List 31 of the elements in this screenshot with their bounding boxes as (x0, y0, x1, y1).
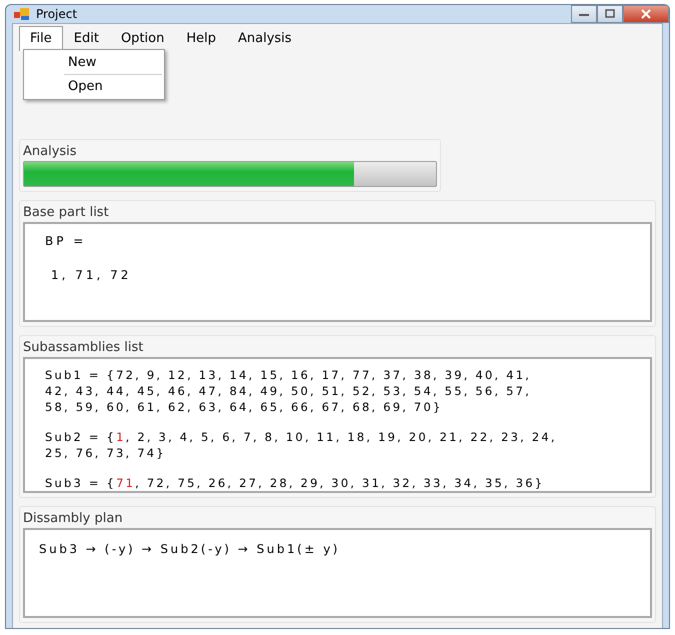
minimize-icon (578, 11, 590, 17)
text-line: Sub1 = {72, 9, 12, 13, 14, 15, 16, 17, 77, 37, 38, 39, 40, 41, (45, 367, 532, 383)
menu-item[interactable]: Analysis (226, 26, 303, 51)
window-title: Project (36, 7, 78, 21)
maximize-icon (604, 9, 616, 19)
text-line: Sub3 = {71, 72, 75, 26, 27, 28, 29, 30, 31, 32, 33, 34, 35, 36} (45, 475, 544, 491)
group-title: Subassamblies list (23, 340, 144, 355)
menu-item[interactable]: Option (110, 26, 176, 51)
close-icon (640, 9, 652, 19)
group-title: Dissambly plan (23, 511, 123, 526)
app-icon (14, 7, 30, 21)
maximize-button[interactable] (597, 5, 623, 23)
subassemblies-textbox[interactable] (23, 357, 652, 493)
text-line: 1, 71, 72 (50, 268, 132, 282)
minimize-button[interactable] (571, 5, 597, 23)
menu-option[interactable]: Open (24, 76, 164, 97)
close-button[interactable] (623, 5, 669, 23)
menu-item[interactable]: File (19, 26, 63, 51)
text-line: 58, 59, 60, 61, 62, 63, 64, 65, 66, 67, 68, 69, 70} (45, 399, 442, 415)
group-title: Base part list (23, 205, 109, 220)
text-line: Sub3 → (-y) → Sub2(-y) → Sub1(± y) (39, 542, 340, 556)
menu-item[interactable]: Edit (62, 26, 110, 51)
text-line: 42, 43, 44, 45, 46, 47, 84, 49, 50, 51, 52, 53, 54, 55, 56, 57, (45, 383, 532, 399)
plan-textbox[interactable]: Sub3 → (-y) → Sub2(-y) → Sub1(± y) (23, 528, 652, 618)
text-line: Sub2 = {1, 2, 3, 4, 5, 6, 7, 8, 10, 11, 18, 19, 20, 21, 22, 23, 24, (45, 429, 557, 445)
base-part-textbox[interactable]: BP = 1, 71, 72 (23, 222, 652, 322)
text-line: BP = (45, 234, 86, 248)
text-line: 25, 76, 73, 74} (45, 445, 166, 461)
group-title: Analysis (23, 144, 77, 159)
menu-item[interactable]: Help (175, 26, 227, 51)
menu-option[interactable]: New (24, 52, 164, 73)
